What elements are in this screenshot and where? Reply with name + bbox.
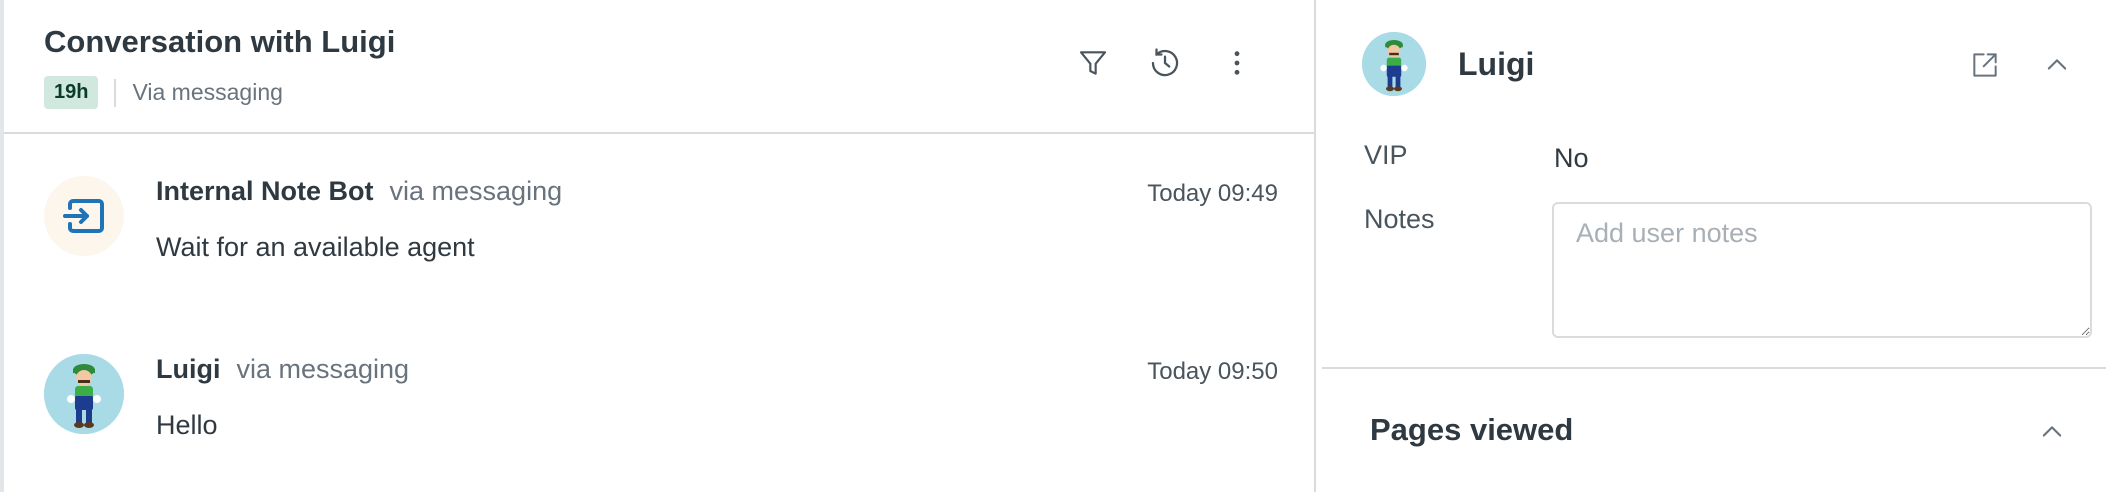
conversation-meta: 19h Via messaging [44,76,283,109]
conversation-actions [1072,42,1258,84]
message-header: Internal Note Bot via messaging [156,176,1278,212]
bot-transfer-icon [62,198,106,234]
more-options-button[interactable] [1216,42,1258,84]
chevron-up-icon [2038,418,2066,446]
conversation-title: Conversation with Luigi [44,24,396,59]
user-notes-field[interactable] [1552,202,2092,338]
message-body: Hello [156,410,218,440]
filter-icon [1077,47,1109,79]
user-actions [1964,44,2078,86]
open-profile-button[interactable] [1964,44,2006,86]
vip-value: No [1554,143,1589,173]
collapse-user-button[interactable] [2036,44,2078,86]
conversation-channel: Via messaging [132,79,283,105]
meta-divider [114,78,117,107]
luigi-avatar [44,354,124,434]
section-divider [1322,367,2106,369]
message-body: Wait for an available agent [156,232,475,262]
pages-viewed-title: Pages viewed [1370,412,1574,447]
message-channel: via messaging [389,176,563,206]
chevron-up-icon [2043,51,2071,79]
sla-badge: 19h [44,76,99,109]
message-item: Luigi via messaging Today 09:50 Hello [44,354,1278,454]
pages-viewed-toggle[interactable] [2032,412,2072,452]
vip-label: VIP [1364,140,1408,170]
app-root: Conversation with Luigi 19h Via messagin… [0,0,2106,492]
bot-avatar [44,176,124,256]
message-timestamp: Today 09:49 [1147,180,1278,207]
more-vertical-icon [1221,47,1253,79]
conversation-header: Conversation with Luigi 19h Via messagin… [4,0,1314,134]
history-button[interactable] [1144,42,1186,84]
message-sender: Internal Note Bot [156,176,374,206]
history-icon [1148,46,1182,80]
message-header: Luigi via messaging [156,354,1278,390]
user-name: Luigi [1458,46,1535,82]
conversation-pane: Conversation with Luigi 19h Via messagin… [0,0,1316,492]
message-sender: Luigi [156,354,221,384]
user-avatar [1362,32,1426,96]
message-channel: via messaging [236,354,410,384]
notes-label: Notes [1364,204,1435,234]
external-link-icon [1969,49,2001,81]
filter-button[interactable] [1072,42,1114,84]
user-details-panel: Luigi VIP No Notes Add user notes Pages … [1318,0,2106,492]
user-header: Luigi [1362,32,2106,102]
message-item: Internal Note Bot via messaging Today 09… [44,176,1278,276]
message-timestamp: Today 09:50 [1147,358,1278,385]
